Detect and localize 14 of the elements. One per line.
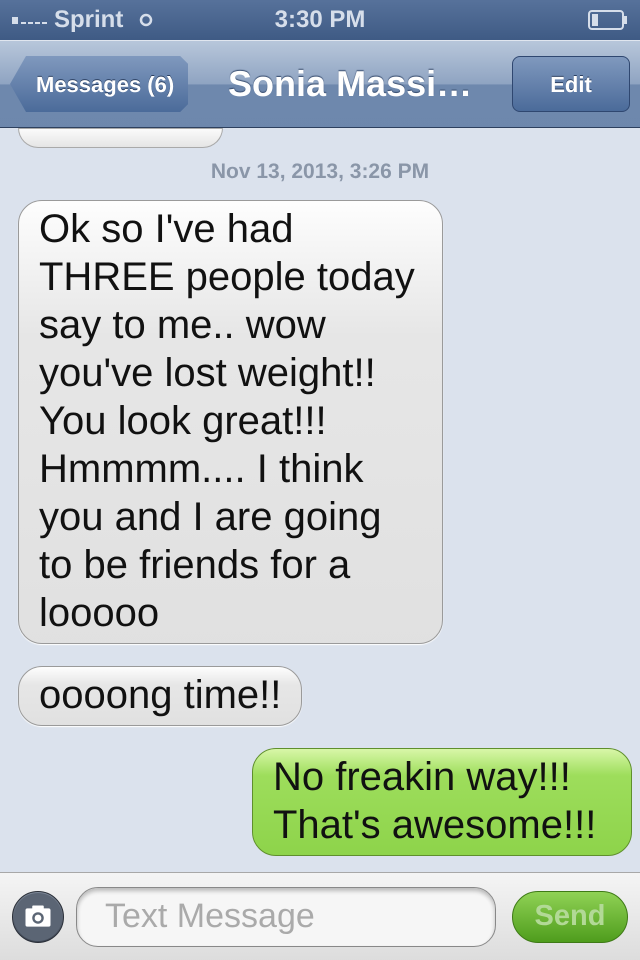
message-input-field[interactable]: Text Message [76, 886, 496, 946]
battery-icon [588, 10, 628, 30]
clock: 3:30 PM [274, 5, 366, 35]
received-message-bubble: oooong time!! [18, 666, 302, 726]
sync-icon [139, 13, 154, 27]
camera-button[interactable] [12, 890, 64, 942]
sent-message-bubble: No freakin way!!! That's awesome!!! [252, 748, 632, 856]
received-message-bubble: Ok so I've had THREE people today say to me.. wow you've lost weight!! You look great!!! Hmmmm.... I think you and I are going to be friends for a looooo [18, 200, 443, 644]
timestamp: Nov 13, 2013, 3:26 PM [210, 159, 430, 185]
back-button[interactable]: Messages (6) [10, 56, 188, 112]
contact-name: Sonia Massi… [227, 62, 474, 106]
signal-icon [12, 15, 50, 25]
carrier-name: Sprint [54, 5, 124, 35]
edit-button[interactable]: Edit [512, 56, 630, 112]
